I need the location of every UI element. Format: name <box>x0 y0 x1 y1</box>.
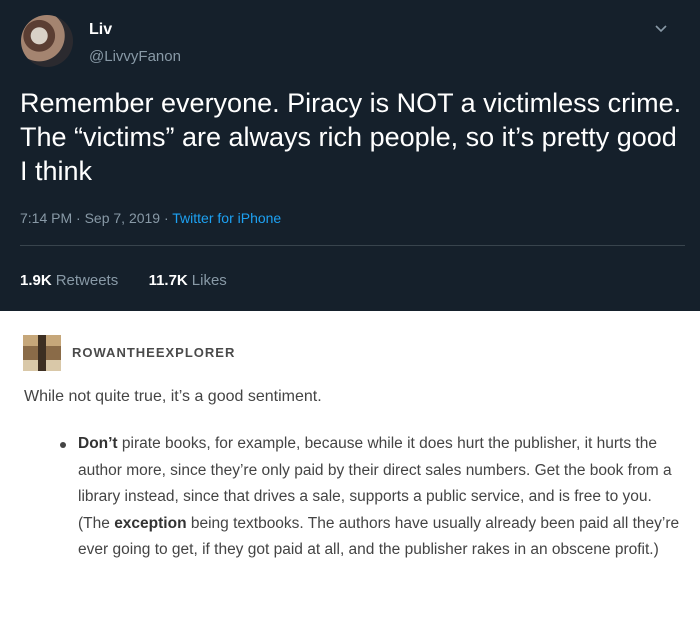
avatar[interactable] <box>23 335 61 371</box>
avatar[interactable] <box>21 15 73 67</box>
post-username[interactable]: ROWANTHEEXPLORER <box>72 345 235 360</box>
display-name[interactable]: Liv <box>89 21 112 39</box>
tweet-timestamp[interactable]: 7:14 PM · Sep 7, 2019 · <box>20 210 172 226</box>
divider <box>20 245 685 246</box>
bold-text: exception <box>114 514 187 532</box>
chevron-down-icon[interactable] <box>654 22 668 36</box>
likes-stat[interactable]: 11.7K Likes <box>149 272 227 289</box>
bullet-icon <box>60 442 66 448</box>
post-intro: While not quite true, it’s a good sentim… <box>24 388 322 405</box>
likes-label: Likes <box>191 272 227 289</box>
likes-count: 11.7K <box>148 272 188 289</box>
retweets-label: Retweets <box>55 272 119 289</box>
bold-text: Don’t <box>78 435 118 452</box>
tweet-meta: 7:14 PM · Sep 7, 2019 · Twitter for iPho… <box>20 210 281 226</box>
tweet-source[interactable]: Twitter for iPhone <box>172 210 281 226</box>
retweets-stat[interactable]: 1.9K Retweets <box>20 272 118 289</box>
tweet-text: Remember everyone. Piracy is NOT a victi… <box>20 88 682 186</box>
tumblr-post: ROWANTHEEXPLORER While not quite true, i… <box>0 311 700 627</box>
list-item: Don’t pirate books, for example, because… <box>78 431 682 564</box>
user-handle[interactable]: @LivvyFanon <box>89 48 181 65</box>
retweets-count: 1.9K <box>20 272 52 289</box>
tweet-stats: 1.9K Retweets 11.7K Likes <box>20 272 227 289</box>
tweet-card: Liv @LivvyFanon Remember everyone. Pirac… <box>0 0 700 311</box>
